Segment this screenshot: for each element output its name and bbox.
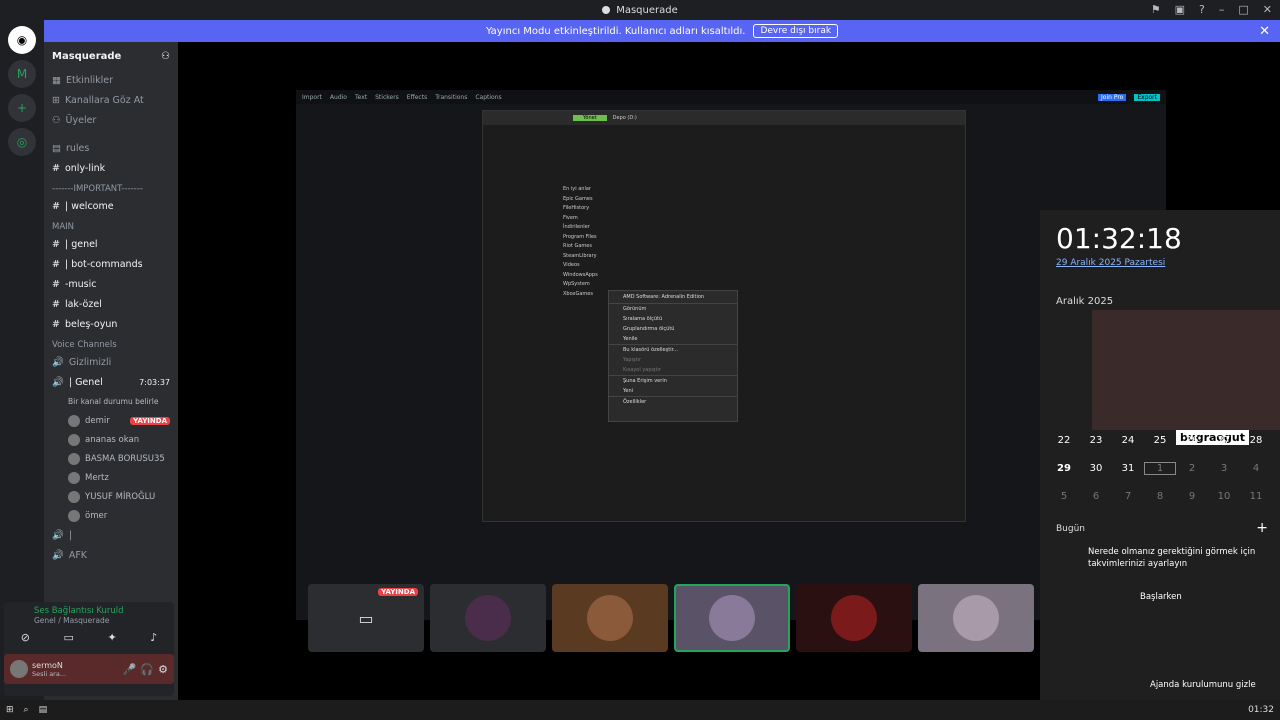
soundboard-icon[interactable]: ♪ bbox=[150, 631, 157, 644]
category-important[interactable]: -------IMPORTANT------- bbox=[44, 178, 178, 196]
server-header[interactable]: Masquerade ⚇ bbox=[44, 42, 178, 70]
disable-streamer-button[interactable]: Devre dışı bırak bbox=[753, 24, 839, 38]
inbox-icon[interactable]: ⚑ bbox=[1151, 3, 1161, 16]
voice-user[interactable]: Mertz bbox=[44, 468, 178, 487]
taskview-icon[interactable]: ▤ bbox=[39, 705, 48, 715]
hide-agenda-link[interactable]: Ajanda kurulumunu gizle bbox=[1150, 680, 1256, 690]
screen-icon[interactable]: ▣ bbox=[1175, 3, 1185, 16]
add-member-icon[interactable]: ⚇ bbox=[161, 51, 170, 62]
headphones-icon[interactable]: 🎧 bbox=[140, 663, 154, 676]
activities-icon[interactable]: ✦ bbox=[107, 631, 116, 644]
participant-tile[interactable] bbox=[552, 584, 668, 652]
screen-icon: ▭ bbox=[358, 608, 374, 628]
clock-date[interactable]: 29 Aralık 2025 Pazartesi bbox=[1056, 258, 1165, 268]
taskbar-clock[interactable]: 01:32 bbox=[1248, 705, 1274, 715]
banner-close-icon[interactable]: ✕ bbox=[1259, 24, 1270, 39]
voice-channel-afk[interactable]: 🔊 AFK bbox=[44, 545, 178, 565]
calendar-month[interactable]: Aralık 2025 bbox=[1056, 296, 1113, 307]
avatar[interactable] bbox=[10, 660, 28, 678]
channel-welcome[interactable]: # | welcome bbox=[44, 196, 178, 216]
title-bar: Masquerade ⚑ ▣ ? – □ ✕ bbox=[0, 0, 1280, 20]
voice-channel-gizlimizli[interactable]: 🔊 Gizlimizli bbox=[44, 352, 178, 372]
maximize-button[interactable]: □ bbox=[1238, 3, 1248, 16]
participant-tile[interactable] bbox=[796, 584, 912, 652]
context-menu[interactable]: AMD Software: Adrenalin Edition Görünüm … bbox=[608, 290, 738, 422]
voice-channel-pipe[interactable]: 🔊 | bbox=[44, 525, 178, 545]
get-started-button[interactable]: Başlarken bbox=[1140, 592, 1182, 602]
webcam-overlay: bugraogut bbox=[1092, 310, 1280, 445]
channel-genel[interactable]: # | genel bbox=[44, 234, 178, 254]
clock-time: 01:32:18 bbox=[1056, 222, 1182, 255]
participant-tile[interactable] bbox=[430, 584, 546, 652]
category-voice[interactable]: Voice Channels bbox=[44, 334, 178, 352]
channel-lak-ozel[interactable]: # lak-özel bbox=[44, 294, 178, 314]
discord-home-icon[interactable]: ◉ bbox=[8, 26, 36, 54]
calendar-flyout: 01:32:18 29 Aralık 2025 Pazartesi Aralık… bbox=[1040, 210, 1280, 700]
explore-icon[interactable]: ◎ bbox=[8, 128, 36, 156]
search-icon[interactable]: ⌕ bbox=[24, 705, 29, 715]
channel-only-link[interactable]: # only-link bbox=[44, 158, 178, 178]
help-icon[interactable]: ? bbox=[1199, 3, 1205, 16]
participant-tile[interactable] bbox=[918, 584, 1034, 652]
channel-rules[interactable]: ▤ rules bbox=[44, 138, 178, 158]
participant-tile[interactable] bbox=[674, 584, 790, 652]
camera-off-icon[interactable]: ⊘ bbox=[21, 631, 30, 644]
voice-connection-panel: Ses Bağlantısı Kuruld Genel / Masquerade… bbox=[4, 602, 174, 696]
channel-music[interactable]: # -music bbox=[44, 274, 178, 294]
add-event-icon[interactable]: + bbox=[1256, 520, 1268, 536]
banner-text: Yayıncı Modu etkinleştirildi. Kullanıcı … bbox=[485, 25, 746, 37]
members-item[interactable]: ⚇ Üyeler bbox=[44, 110, 178, 130]
taskbar: ⊞ ⌕ ▤ 01:32 bbox=[0, 700, 1280, 720]
stream-tile[interactable]: ▭ YAYINDA bbox=[308, 584, 424, 652]
channel-bot-commands[interactable]: # | bot-commands bbox=[44, 254, 178, 274]
voice-status: Ses Bağlantısı Kuruld bbox=[34, 606, 124, 616]
close-button[interactable]: ✕ bbox=[1263, 3, 1272, 16]
add-server-icon[interactable]: + bbox=[8, 94, 36, 122]
voice-user[interactable]: ömer bbox=[44, 506, 178, 525]
screen-share-icon[interactable]: ▭ bbox=[64, 631, 74, 644]
channel-status[interactable]: Bir kanal durumu belirle bbox=[44, 392, 178, 411]
server-icon-masquerade[interactable]: M bbox=[8, 60, 36, 88]
voice-location[interactable]: Genel / Masquerade bbox=[4, 616, 174, 625]
category-main[interactable]: MAIN bbox=[44, 216, 178, 234]
today-label: Bugün bbox=[1056, 524, 1085, 534]
window-title: Masquerade bbox=[616, 4, 678, 16]
username: sermoN bbox=[32, 660, 63, 670]
channel-beles-oyun[interactable]: # beleş-oyun bbox=[44, 314, 178, 334]
voice-user[interactable]: YUSUF MİROĞLU bbox=[44, 487, 178, 506]
calendar-hint: Nerede olmanız gerektiğini görmek için t… bbox=[1088, 547, 1256, 569]
participant-tiles: ▭ YAYINDA bbox=[308, 584, 1038, 652]
voice-user[interactable]: ananas okan bbox=[44, 430, 178, 449]
windows-icon[interactable]: ⊞ bbox=[6, 705, 14, 715]
server-rail: ◉ M + ◎ bbox=[0, 20, 44, 700]
calendar-grid: 22 23 24 25 26 27 28 29 30 31 1 2 3 4 5 6 7 8 9 10 11 bbox=[1057, 434, 1263, 502]
capcut-toolbar: Import Audio Text Stickers Effects Transition… bbox=[296, 90, 1166, 104]
mic-icon[interactable]: 🎤 bbox=[123, 663, 137, 676]
screen-share[interactable]: Import Audio Text Stickers Effects Transition… bbox=[296, 90, 1166, 620]
user-status: Sesli ara... bbox=[32, 669, 67, 678]
server-icon bbox=[602, 6, 611, 14]
voice-user[interactable]: BASMA BORUSU35 bbox=[44, 449, 178, 468]
voice-channel-genel[interactable]: 🔊 | Genel 7:03:37 bbox=[44, 372, 178, 392]
events-item[interactable]: ▦ Etkinlikler bbox=[44, 70, 178, 90]
minimize-button[interactable]: – bbox=[1219, 3, 1225, 16]
streamer-mode-banner: Yayıncı Modu etkinleştirildi. Kullanıcı … bbox=[44, 20, 1280, 42]
browse-channels-item[interactable]: ⊞ Kanallara Göz At bbox=[44, 90, 178, 110]
voice-user[interactable]: demir YAYINDA bbox=[44, 411, 178, 430]
settings-icon[interactable]: ⚙ bbox=[158, 663, 168, 676]
